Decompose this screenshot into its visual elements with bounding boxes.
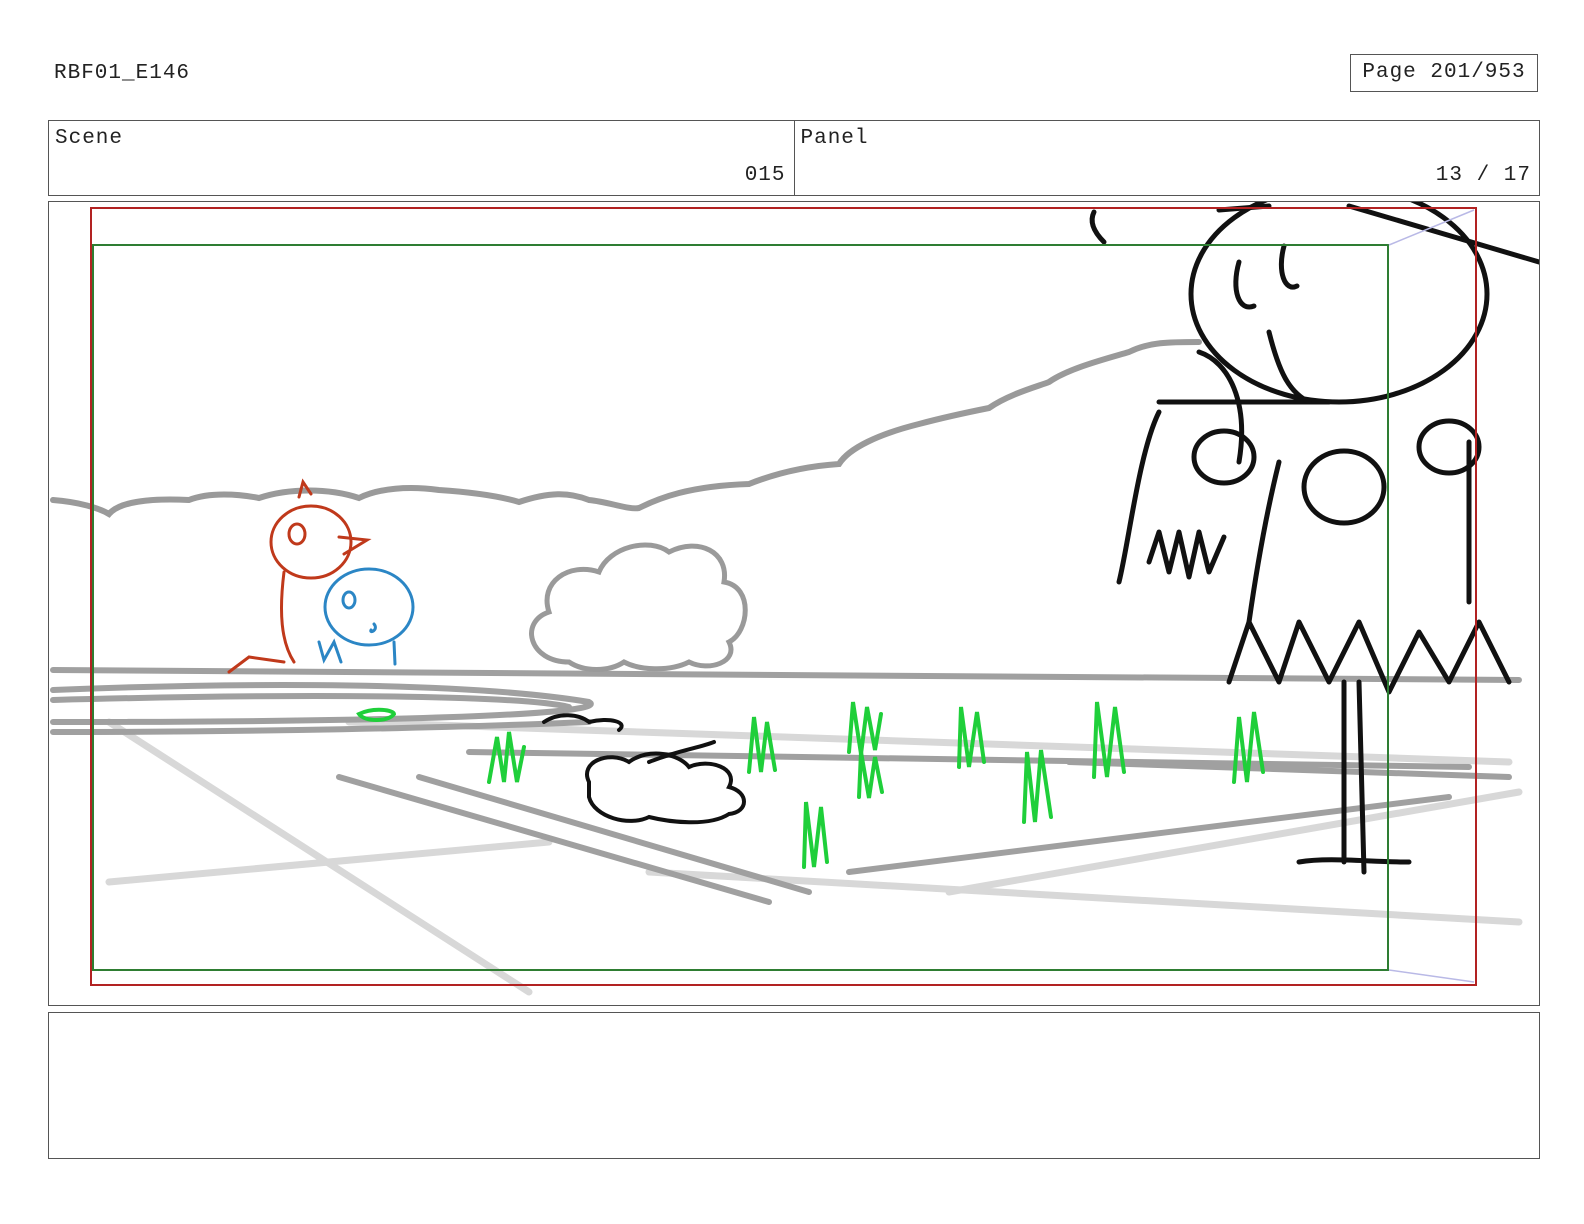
panel-cell: Panel 13 / 17 [793,121,1540,195]
scene-panel-info: Scene 015 Panel 13 / 17 [48,120,1540,196]
storyboard-panel [48,201,1540,1006]
blue-character [317,567,415,666]
camera-move-lines [1388,209,1475,983]
red-character [227,478,372,674]
hill-outline [50,339,1202,518]
panel-number: 13 / 17 [1435,164,1531,187]
action-safe-frame [90,207,1477,986]
title-safe-frame [92,244,1389,971]
document-id: RBF01_E146 [54,62,191,85]
page-counter: Page 201/953 [1350,54,1538,92]
scene-cell: Scene 015 [49,121,794,195]
storyboard-drawing [50,202,1539,996]
panel-label: Panel [800,127,869,150]
notes-box [48,1012,1540,1159]
small-cloud [529,542,748,672]
scene-number: 015 [744,164,786,187]
scene-label: Scene [55,127,124,150]
